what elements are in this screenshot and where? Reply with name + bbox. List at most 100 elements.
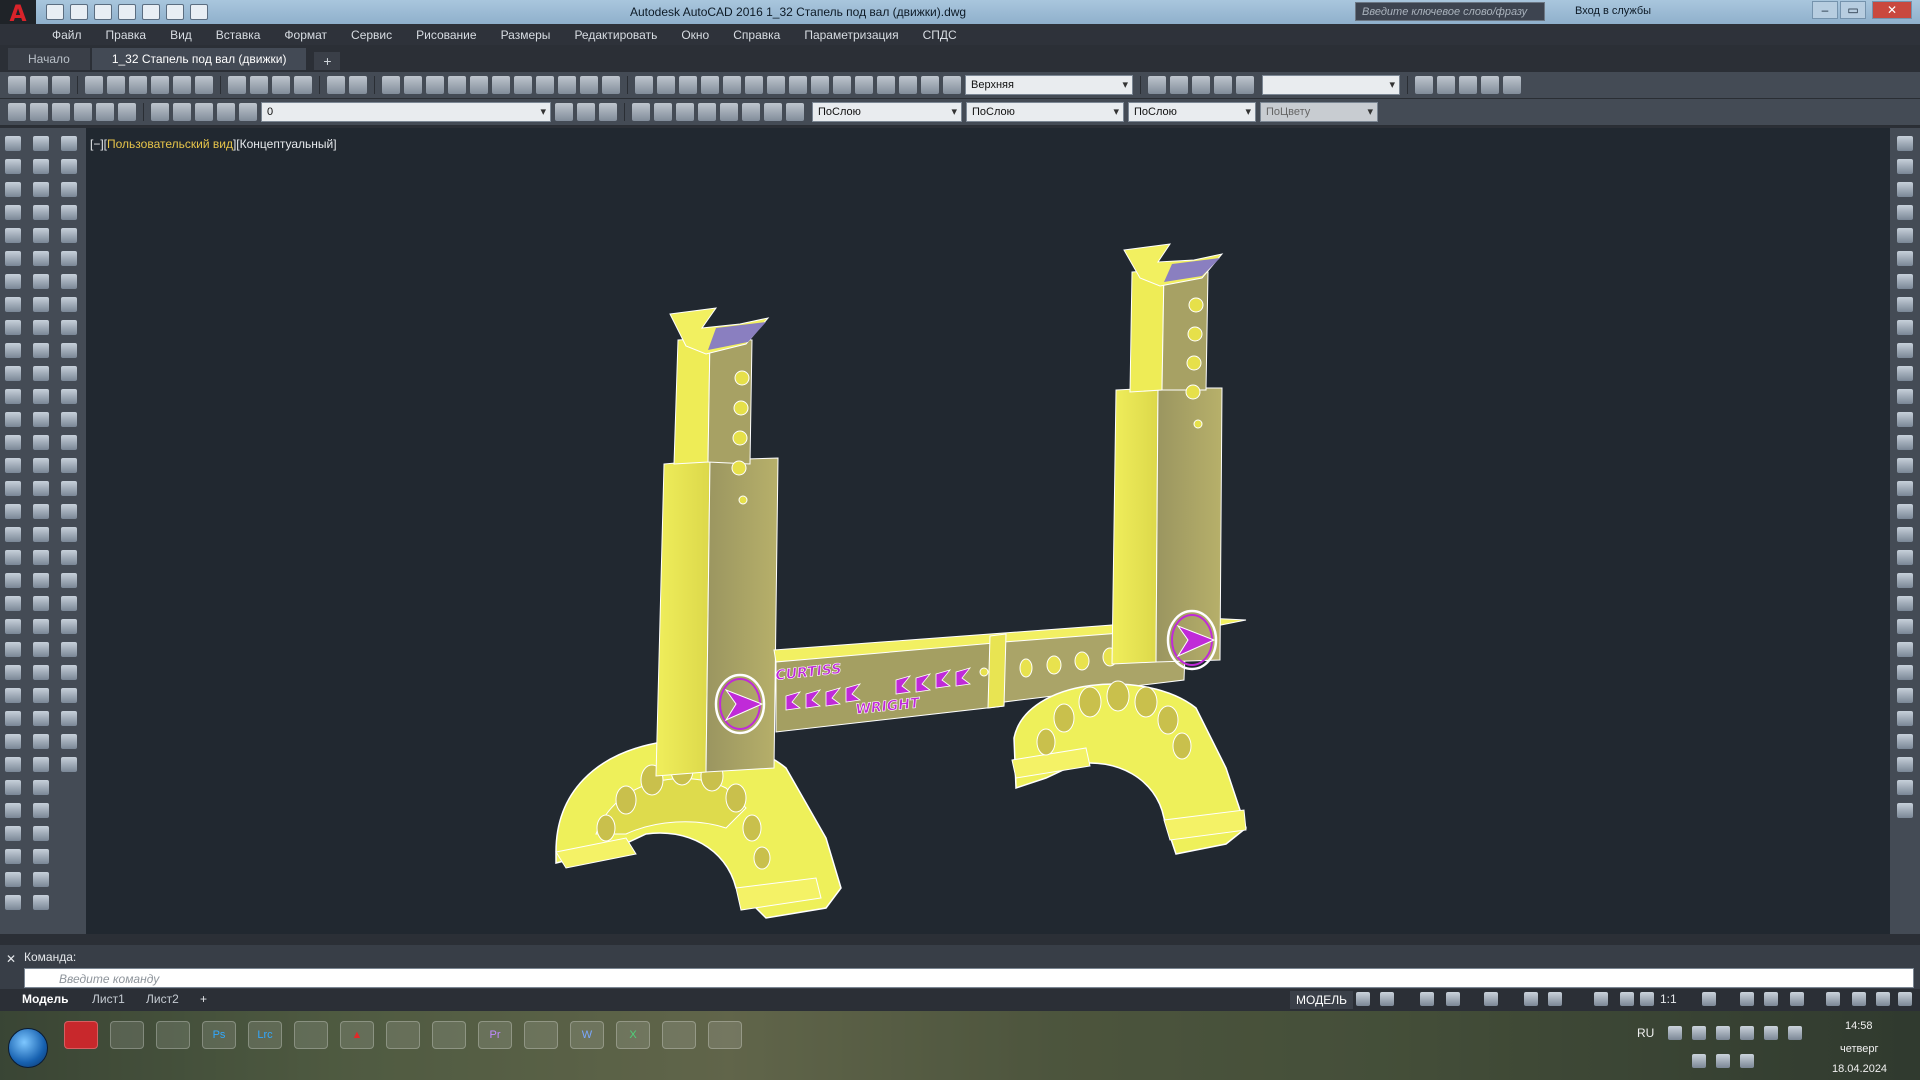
menu-item-view[interactable]: Вид	[170, 28, 192, 42]
layer-state-icon[interactable]	[1437, 76, 1455, 94]
modify-tool-icon[interactable]	[33, 619, 49, 634]
layer-icon[interactable]	[8, 103, 26, 121]
solid-tool-icon[interactable]	[61, 550, 77, 565]
modify-tool-icon[interactable]	[33, 803, 49, 818]
dim-edit-icon[interactable]	[943, 76, 961, 94]
layer-previous-icon[interactable]	[30, 103, 48, 121]
modify-tool-icon[interactable]	[33, 458, 49, 473]
draw-tool-icon[interactable]	[5, 458, 21, 473]
draw-tool-icon[interactable]	[5, 182, 21, 197]
save-as-icon[interactable]	[118, 4, 136, 20]
menu-item-modify[interactable]: Редактировать	[574, 28, 657, 42]
osnap-icon[interactable]	[1548, 992, 1562, 1006]
draw-tool-icon[interactable]	[5, 803, 21, 818]
solid-tool-icon[interactable]	[61, 504, 77, 519]
draw-tool-icon[interactable]	[5, 297, 21, 312]
draw-tool-icon[interactable]	[5, 619, 21, 634]
ortho-icon[interactable]	[1420, 992, 1434, 1006]
tray-network-icon[interactable]	[1668, 1026, 1682, 1040]
redo-icon[interactable]	[190, 4, 208, 20]
annotate-tool-icon[interactable]	[1897, 481, 1913, 496]
layer-unisolate-icon[interactable]	[74, 103, 92, 121]
undo-icon[interactable]	[327, 76, 345, 94]
lineweight-select[interactable]: ПоСлою	[1128, 102, 1256, 122]
design-center-icon[interactable]	[492, 76, 510, 94]
tray-flag-icon[interactable]	[1716, 1054, 1730, 1068]
dim-radius-icon[interactable]	[723, 76, 741, 94]
new-file-icon[interactable]	[46, 4, 64, 20]
solid-tool-icon[interactable]	[61, 435, 77, 450]
tray-shield-icon[interactable]	[1764, 1026, 1778, 1040]
rotate-icon[interactable]	[52, 76, 70, 94]
add-layout-button[interactable]: +	[200, 992, 207, 1006]
modify-tool-icon[interactable]	[33, 872, 49, 887]
steering-wheel-icon[interactable]	[1214, 76, 1232, 94]
make-current-icon[interactable]	[555, 103, 573, 121]
modify-tool-icon[interactable]	[33, 642, 49, 657]
menu-item-insert[interactable]: Вставка	[216, 28, 261, 42]
gradient-icon[interactable]	[764, 103, 782, 121]
draw-tool-icon[interactable]	[5, 780, 21, 795]
leaf-app-icon[interactable]	[524, 1021, 558, 1049]
tray-telegram-icon[interactable]	[1740, 1026, 1754, 1040]
solid-tool-icon[interactable]	[61, 136, 77, 151]
dim-linear-icon[interactable]	[635, 76, 653, 94]
attribute-icon[interactable]	[676, 103, 694, 121]
modify-tool-icon[interactable]	[33, 274, 49, 289]
orbit-3d-icon[interactable]	[1192, 76, 1210, 94]
tray-steam-icon[interactable]	[1692, 1026, 1706, 1040]
dim-arc-icon[interactable]	[679, 76, 697, 94]
model-space-button[interactable]: МОДЕЛЬ	[1290, 991, 1353, 1009]
layer-unlock-icon[interactable]	[217, 103, 235, 121]
annotate-tool-icon[interactable]	[1897, 343, 1913, 358]
linetype-select[interactable]: ПоСлою	[966, 102, 1124, 122]
solid-tool-icon[interactable]	[61, 619, 77, 634]
game-app-icon[interactable]	[294, 1021, 328, 1049]
explorer-app-icon[interactable]	[662, 1021, 696, 1049]
modify-tool-icon[interactable]	[33, 849, 49, 864]
isolate-objects-icon[interactable]	[1764, 992, 1778, 1006]
paste-icon[interactable]	[272, 76, 290, 94]
osnap-tracking-icon[interactable]	[1524, 992, 1538, 1006]
telegram-app-icon[interactable]	[156, 1021, 190, 1049]
solid-tool-icon[interactable]	[61, 481, 77, 496]
dim-diameter-icon[interactable]	[745, 76, 763, 94]
solid-tool-icon[interactable]	[61, 665, 77, 680]
zoom-window-icon[interactable]	[426, 76, 444, 94]
table-icon[interactable]	[786, 103, 804, 121]
layer-walk-icon[interactable]	[239, 103, 257, 121]
modify-tool-icon[interactable]	[33, 389, 49, 404]
hardware-acceleration-icon[interactable]	[1790, 992, 1804, 1006]
properties-icon[interactable]	[470, 76, 488, 94]
tab-start[interactable]: Начало	[8, 48, 90, 70]
draw-tool-icon[interactable]	[5, 642, 21, 657]
modify-tool-icon[interactable]	[33, 826, 49, 841]
layer-freeze-icon[interactable]	[96, 103, 114, 121]
open-icon[interactable]	[107, 76, 125, 94]
excel-app-icon[interactable]: X	[616, 1021, 650, 1049]
solid-tool-icon[interactable]	[61, 527, 77, 542]
draw-tool-icon[interactable]	[5, 527, 21, 542]
plotstyle-select[interactable]: ПоЦвету	[1260, 102, 1378, 122]
annotate-tool-icon[interactable]	[1897, 803, 1913, 818]
sheet-set-icon[interactable]	[536, 76, 554, 94]
snap-icon[interactable]	[1380, 992, 1394, 1006]
tray-volume-icon[interactable]	[1692, 1054, 1706, 1068]
pan-realtime-icon[interactable]	[382, 76, 400, 94]
annotate-tool-icon[interactable]	[1897, 504, 1913, 519]
draw-tool-icon[interactable]	[5, 895, 21, 910]
dim-ordinate-icon[interactable]	[701, 76, 719, 94]
color-select[interactable]: ПоСлою	[812, 102, 962, 122]
pan-hand-icon[interactable]	[1148, 76, 1166, 94]
match-properties-icon[interactable]	[294, 76, 312, 94]
viewport-maximize-icon[interactable]	[1876, 992, 1890, 1006]
maximize-button[interactable]: ▭	[1840, 1, 1866, 19]
solid-tool-icon[interactable]	[61, 734, 77, 749]
hatch-icon[interactable]	[742, 103, 760, 121]
draw-tool-icon[interactable]	[5, 251, 21, 266]
modify-tool-icon[interactable]	[33, 182, 49, 197]
draw-tool-icon[interactable]	[5, 228, 21, 243]
zoom-icon[interactable]	[1170, 76, 1188, 94]
solid-tool-icon[interactable]	[61, 757, 77, 772]
solid-tool-icon[interactable]	[61, 688, 77, 703]
